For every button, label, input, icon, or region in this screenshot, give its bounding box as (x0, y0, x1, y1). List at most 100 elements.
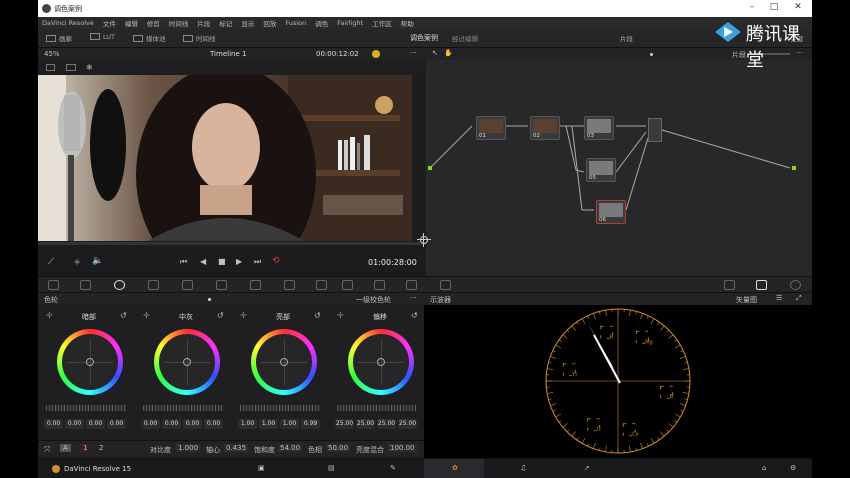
menu-item[interactable]: 时间线 (169, 18, 189, 28)
camera-raw-icon[interactable] (48, 280, 59, 290)
layer-mixer-node[interactable] (648, 118, 662, 142)
color-page-icon[interactable]: ✿ (452, 464, 458, 472)
maximize-button[interactable]: □ (764, 2, 784, 14)
menu-item[interactable]: 片段 (197, 18, 210, 28)
master-wheel-slider[interactable] (240, 405, 320, 411)
saturation-value[interactable]: 54.00 (278, 444, 303, 452)
lum-mix-value[interactable]: 100.00 (388, 444, 417, 452)
menu-item[interactable]: 回放 (263, 18, 276, 28)
node-01[interactable]: 01 (476, 116, 506, 140)
fusion-page-icon[interactable]: ▤ (328, 464, 335, 472)
eye-icon[interactable] (724, 280, 735, 290)
wheel-reset-icon[interactable]: ↺ (411, 311, 418, 320)
wheel-value-b[interactable]: 0.99 (301, 419, 320, 429)
magic-wand-icon[interactable]: ✱ (86, 63, 93, 72)
input-source-dot[interactable] (428, 166, 432, 170)
hand-tool-icon[interactable]: ✋ (444, 49, 453, 57)
wheel-options-icon[interactable]: ··· (410, 294, 417, 302)
scopes-icon[interactable] (756, 280, 767, 290)
wheel-value-y[interactable]: 0.00 (44, 419, 63, 429)
wheel-center-handle[interactable] (377, 358, 385, 366)
node-06[interactable]: 06 (596, 200, 626, 224)
loop-icon[interactable]: ⟲ (272, 256, 280, 266)
wheel-picker-icon[interactable]: ✛ (240, 311, 247, 320)
color-wheels-icon[interactable] (114, 280, 125, 290)
home-icon[interactable]: ⌂ (762, 464, 766, 472)
page-2-button[interactable]: 2 (96, 444, 106, 452)
menu-item[interactable]: Fusion (285, 19, 306, 27)
pivot-value[interactable]: 0.435 (224, 444, 249, 452)
wheel-value-g[interactable]: 0.00 (183, 419, 202, 429)
wheel-picker-icon[interactable]: ✛ (46, 311, 53, 320)
menu-item[interactable]: 帮助 (401, 18, 414, 28)
scrubber-bar[interactable] (38, 242, 426, 245)
play-button[interactable]: ▶ (236, 257, 242, 266)
node-graph[interactable]: 01 02 03 05 06 (426, 60, 812, 276)
wheel-value-r[interactable]: 25.00 (356, 419, 375, 429)
window-icon[interactable] (284, 280, 295, 290)
scope-mode-dropdown[interactable]: 矢量图 (736, 295, 757, 305)
wheel-value-r[interactable]: 0.00 (65, 419, 84, 429)
menu-item[interactable]: 工作区 (372, 18, 392, 28)
auto-button[interactable]: A (60, 444, 71, 452)
scope-settings-icon[interactable]: ☰ (776, 294, 782, 302)
wheel-center-handle[interactable] (183, 358, 191, 366)
menu-item[interactable]: 修剪 (147, 18, 160, 28)
timeline-name[interactable]: Timeline 1 (210, 50, 246, 58)
wheel-value-y[interactable]: 0.00 (141, 419, 160, 429)
node-05[interactable]: 05 (586, 158, 616, 182)
menu-item[interactable]: 显示 (241, 18, 254, 28)
blur-icon[interactable] (342, 280, 353, 290)
key-icon[interactable] (374, 280, 385, 290)
wheel-value-y[interactable]: 25.00 (335, 419, 354, 429)
wheel-value-g[interactable]: 0.00 (86, 419, 105, 429)
output-dot[interactable] (792, 166, 796, 170)
menu-item[interactable]: 标记 (219, 18, 232, 28)
auto-balance-icon[interactable]: ⤧ (44, 445, 50, 455)
wheel-center-handle[interactable] (280, 358, 288, 366)
menu-item[interactable]: 编辑 (125, 18, 138, 28)
page-1-button[interactable]: 1 (80, 444, 91, 452)
qualifier-icon[interactable] (250, 280, 261, 290)
rgb-mixer-icon[interactable] (148, 280, 159, 290)
hue-value[interactable]: 50.00 (326, 444, 351, 452)
wheel-picker-icon[interactable]: ✛ (337, 311, 344, 320)
menu-item[interactable]: DaVinci Resolve (42, 19, 94, 27)
eyedropper-icon[interactable]: ⟋ (48, 257, 54, 267)
audio-icon[interactable]: 🔈 (92, 256, 103, 266)
menu-item[interactable]: 文件 (103, 18, 116, 28)
wheel-reset-icon[interactable]: ↺ (217, 311, 224, 320)
wheel-reset-icon[interactable]: ↺ (120, 311, 127, 320)
color-match-icon[interactable] (80, 280, 91, 290)
play-reverse-button[interactable]: ◀ (200, 257, 206, 266)
go-to-start-button[interactable]: ⏮ (180, 257, 187, 267)
video-viewer[interactable] (38, 75, 412, 241)
go-to-end-button[interactable]: ⏭ (254, 257, 261, 267)
wheel-value-b[interactable]: 25.00 (398, 419, 417, 429)
close-button[interactable]: ✕ (788, 2, 808, 14)
fairlight-page-icon[interactable]: ♫ (520, 464, 526, 472)
wheel-value-g[interactable]: 1.00 (280, 419, 299, 429)
more-options-icon[interactable]: ··· (410, 49, 417, 57)
sizing-icon[interactable] (406, 280, 417, 290)
lut-button[interactable]: LUT (90, 33, 115, 41)
wheel-value-y[interactable]: 1.00 (238, 419, 257, 429)
gallery-button[interactable]: 画廊 (46, 33, 72, 43)
menu-item[interactable]: Fairlight (337, 19, 363, 27)
wheel-value-b[interactable]: 0.00 (204, 419, 223, 429)
color-picker-icon[interactable] (372, 50, 380, 58)
highlight-icon[interactable]: ◈ (74, 257, 80, 266)
edit-page-icon[interactable]: ✎ (390, 464, 396, 472)
wheel-mode-dropdown[interactable]: 一级校色轮 (356, 295, 391, 305)
scope-expand-icon[interactable]: ⤢ (796, 294, 802, 303)
node-02[interactable]: 02 (530, 116, 560, 140)
menu-item[interactable]: 调色 (315, 18, 328, 28)
node-03[interactable]: 03 (584, 116, 614, 140)
wheel-picker-icon[interactable]: ✛ (143, 311, 150, 320)
wheel-value-g[interactable]: 25.00 (377, 419, 396, 429)
stop-button[interactable]: ■ (218, 257, 226, 266)
master-wheel-slider[interactable] (143, 405, 223, 411)
timeline-button[interactable]: 时间线 (183, 33, 216, 43)
motion-effects-icon[interactable] (182, 280, 193, 290)
node-mode-dropdown[interactable]: 片段 (732, 50, 746, 60)
